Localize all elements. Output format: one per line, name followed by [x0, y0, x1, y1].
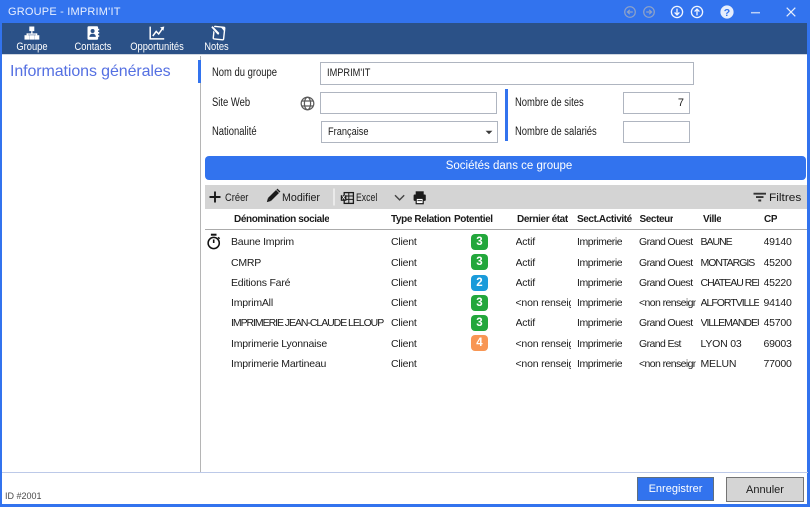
svg-text:X: X — [342, 196, 346, 202]
svg-text:?: ? — [724, 7, 730, 19]
